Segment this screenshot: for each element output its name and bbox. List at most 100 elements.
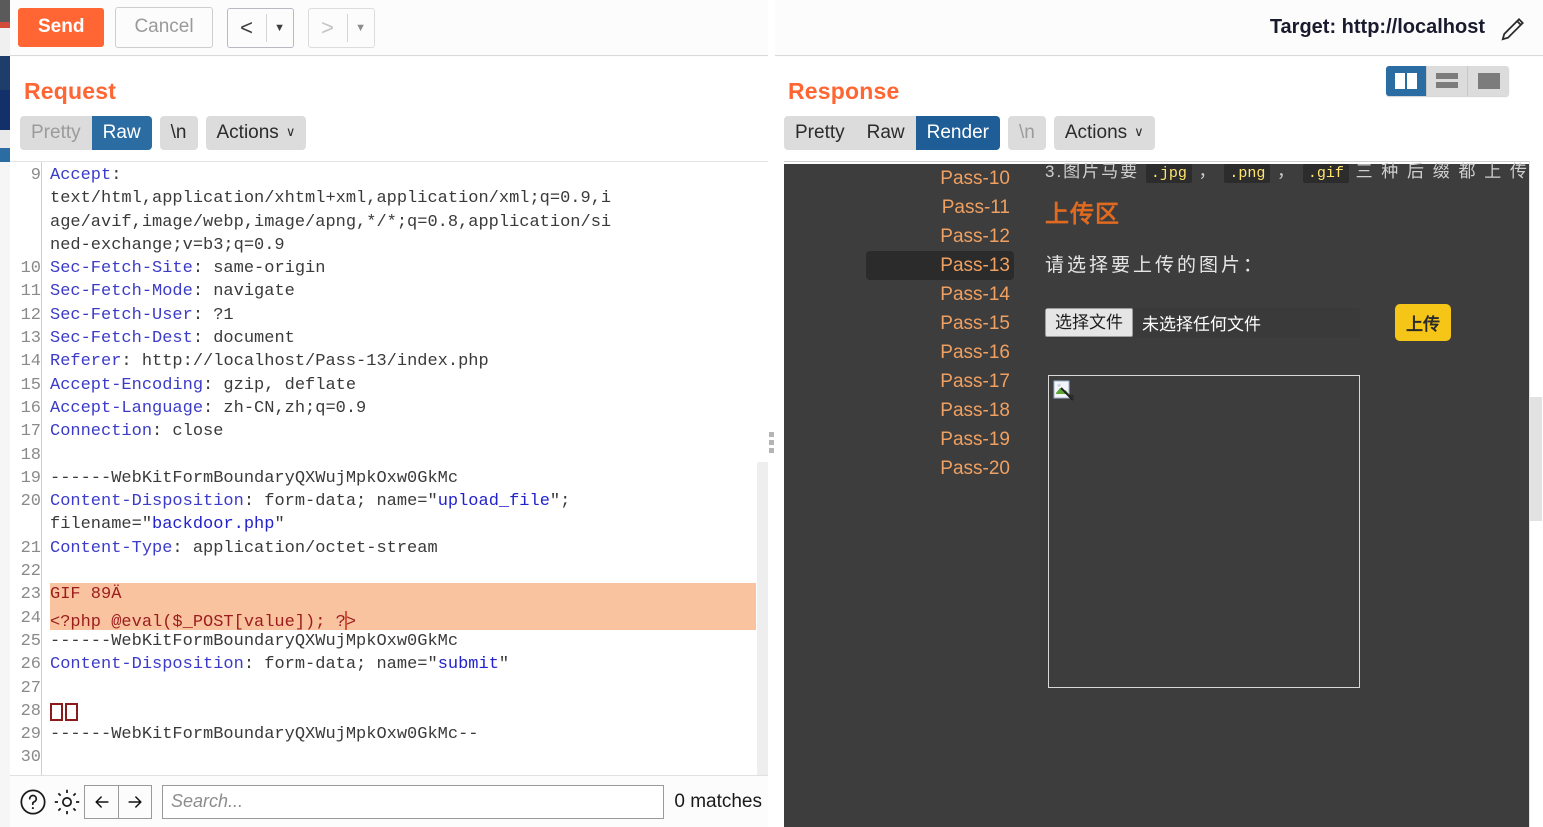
response-actions-label: Actions: [1064, 122, 1128, 143]
tab-response-raw[interactable]: Raw: [856, 116, 916, 150]
tab-response-render[interactable]: Render: [915, 116, 1000, 150]
line-number: 19: [20, 468, 41, 488]
file-input[interactable]: 选择文件 未选择任何文件: [1045, 307, 1360, 338]
line-number: 25: [20, 631, 41, 651]
search-prev-button[interactable]: [84, 784, 118, 819]
code-line: ned-exchange;v=b3;q=0.9: [50, 234, 756, 257]
request-newline-toggle[interactable]: \n: [160, 116, 198, 150]
code-line: Connection: close: [50, 420, 756, 443]
code-line: age/avif,image/webp,image/apng,*/*;q=0.8…: [50, 211, 756, 234]
code-segment: ned-exchange;v=b3;q=0.9: [50, 235, 285, 255]
line-number: 22: [20, 562, 41, 582]
handle-dot: [769, 432, 774, 437]
code-segment: filename=": [50, 515, 153, 535]
pencil-icon[interactable]: [1499, 13, 1529, 43]
code-segment: : ?1: [192, 305, 234, 325]
render-scrollbar-thumb[interactable]: [1530, 397, 1542, 521]
response-newline-toggle[interactable]: \n: [1008, 116, 1046, 150]
background-window-sliver: [0, 0, 10, 827]
response-actions-button[interactable]: Actions ∨: [1054, 116, 1155, 150]
panel-splitter[interactable]: [768, 0, 775, 827]
line-number: 13: [20, 329, 41, 349]
line-number: [10, 211, 41, 234]
code-segment: : close: [152, 422, 224, 442]
ext-chip-png: .png: [1224, 164, 1271, 183]
code-segment: backdoor.php: [152, 515, 275, 535]
single-pane-icon[interactable]: [1468, 66, 1509, 96]
code-line: Sec-Fetch-User: ?1: [50, 304, 756, 327]
pass-link-pass-11[interactable]: Pass-11: [866, 193, 1014, 222]
go-forward-button-group[interactable]: > ▼: [307, 7, 375, 48]
response-view-tabs: Pretty Raw Render: [784, 116, 1000, 150]
code-segment: Accept: [50, 166, 112, 185]
search-next-button[interactable]: [118, 784, 152, 819]
code-segment: : document: [192, 329, 295, 349]
pass-link-pass-18[interactable]: Pass-18: [866, 396, 1014, 425]
send-button[interactable]: Send: [18, 8, 105, 47]
code-line: text/html,application/xhtml+xml,applicat…: [50, 187, 756, 210]
notice-prefix: 3.图片马要: [1045, 162, 1146, 181]
pass-link-pass-15[interactable]: Pass-15: [866, 309, 1014, 338]
line-number: 26: [20, 655, 41, 675]
code-segment: GIF 89Ä: [50, 585, 122, 605]
cancel-button[interactable]: Cancel: [115, 7, 213, 48]
pass-link-pass-20[interactable]: Pass-20: [866, 454, 1014, 483]
code-segment: >: [345, 612, 357, 632]
line-number: 15: [20, 375, 41, 395]
code-line: Sec-Fetch-Site: same-origin: [50, 257, 756, 280]
code-segment: Sec-Fetch-Site: [50, 259, 193, 279]
line-number: 18: [20, 445, 41, 465]
code-line: filename="backdoor.php": [50, 513, 756, 536]
go-back-icon[interactable]: <: [228, 9, 266, 47]
go-forward-dropdown-caret-icon[interactable]: ▼: [348, 9, 374, 47]
upload-submit-button[interactable]: 上传: [1395, 304, 1451, 341]
go-forward-icon[interactable]: >: [309, 9, 347, 47]
line-number: [10, 234, 41, 257]
split-vertical-icon[interactable]: [1386, 66, 1427, 96]
top-toolbar: Send Cancel < ▼ > ▼ Target: http://local…: [10, 0, 1543, 56]
line-number: [10, 513, 41, 536]
request-panel-title: Request: [24, 78, 117, 104]
panel-splitter-handle[interactable]: [769, 432, 774, 456]
pass-link-pass-19[interactable]: Pass-19: [866, 425, 1014, 454]
go-back-button-group[interactable]: < ▼: [226, 7, 294, 48]
notice-mid-1: ，: [1191, 162, 1225, 181]
pass-link-pass-12[interactable]: Pass-12: [866, 222, 1014, 251]
tab-request-raw[interactable]: Raw: [91, 116, 152, 150]
code-line: Content-Disposition: form-data; name="su…: [50, 653, 756, 676]
uploaded-image-preview: [1048, 375, 1360, 688]
pass-link-pass-17[interactable]: Pass-17: [866, 367, 1014, 396]
tab-response-pretty[interactable]: Pretty: [784, 116, 856, 150]
line-number: 23: [20, 585, 41, 605]
go-back-dropdown-caret-icon[interactable]: ▼: [267, 9, 293, 47]
request-raw-text[interactable]: Accept: text/html,application/xhtml+xml,a…: [50, 162, 756, 775]
request-editor[interactable]: 9 10 11 12 13 14 15 16 17 18 19 20 21 22 23 24 25 26 27 28 2…: [10, 161, 774, 775]
code-segment: : form-data; name=": [243, 655, 438, 675]
choose-file-button[interactable]: 选择文件: [1045, 307, 1133, 338]
request-newline-toggle-group: \n: [159, 116, 198, 150]
code-segment: Content-Disposition: [50, 492, 244, 512]
pass-link-pass-13[interactable]: Pass-13: [866, 251, 1014, 280]
request-line-numbers: 9 10 11 12 13 14 15 16 17 18 19 20 21 22 23 24 25 26 27 28 2…: [10, 162, 42, 775]
code-segment: : navigate: [192, 282, 295, 302]
request-actions-button[interactable]: Actions ∨: [206, 116, 307, 150]
pass-link-pass-14[interactable]: Pass-14: [866, 280, 1014, 309]
split-horizontal-icon[interactable]: [1427, 66, 1468, 96]
code-segment: ": [498, 655, 510, 675]
line-number: 27: [20, 678, 41, 698]
response-render-view[interactable]: Pass-10 Pass-11 Pass-12 Pass-13 Pass-14 Pass-…: [784, 161, 1529, 827]
chevron-down-icon: ∨: [1134, 124, 1144, 139]
gear-icon[interactable]: [50, 785, 84, 819]
render-scrollbar-track[interactable]: [1529, 161, 1543, 827]
request-tab-row: Pretty Raw \n Actions ∨: [20, 116, 774, 150]
search-input[interactable]: [162, 784, 665, 819]
question-mark-icon[interactable]: [16, 785, 50, 819]
notice-suffix: 三 种 后 缀 都 上 传: [1348, 162, 1529, 181]
pass-link-pass-16[interactable]: Pass-16: [866, 338, 1014, 367]
broken-image-icon: [1053, 380, 1075, 402]
pass-link-pass-10[interactable]: Pass-10: [866, 164, 1014, 193]
tab-request-pretty[interactable]: Pretty: [20, 116, 92, 150]
code-segment: Sec-Fetch-User: [50, 305, 193, 325]
upload-section-title: 上传区: [1045, 201, 1120, 228]
